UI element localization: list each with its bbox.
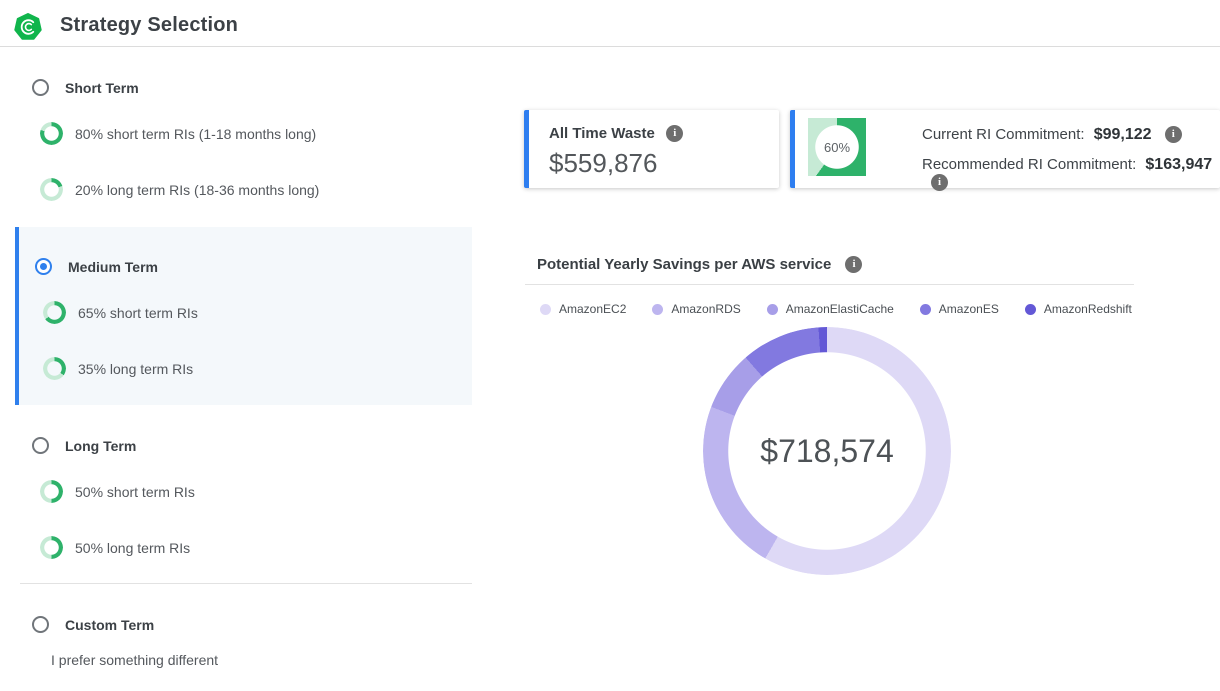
commitment-percent-label: 60%	[808, 118, 866, 176]
option-label: 50% short term RIs	[75, 484, 195, 500]
info-icon[interactable]: i	[666, 125, 683, 142]
legend-item-amazonrds[interactable]: AmazonRDS	[652, 302, 740, 316]
strategy-label-medium-term[interactable]: Medium Term	[68, 259, 158, 275]
current-ri-value: $99,122	[1094, 126, 1152, 143]
legend-dot	[652, 304, 663, 315]
strategy-label-long-term[interactable]: Long Term	[65, 438, 136, 454]
legend-item-amazonec2[interactable]: AmazonEC2	[540, 302, 626, 316]
recommended-ri-value: $163,947	[1145, 156, 1212, 173]
chart-legend: AmazonEC2 AmazonRDS AmazonElastiCache Am…	[540, 302, 1132, 316]
legend-dot	[540, 304, 551, 315]
recommended-ri-label: Recommended RI Commitment:	[922, 156, 1136, 173]
radio-short-term[interactable]	[32, 79, 49, 96]
all-time-waste-card: All Time Waste i $559,876	[524, 110, 779, 188]
radio-custom-term[interactable]	[32, 616, 49, 633]
option-label: 80% short term RIs (1-18 months long)	[75, 126, 316, 142]
brand-logo-icon	[14, 13, 42, 41]
radio-medium-term[interactable]	[35, 258, 52, 275]
option-label: 35% long term RIs	[78, 361, 193, 377]
strategy-label-custom-term[interactable]: Custom Term	[65, 617, 154, 633]
radio-long-term[interactable]	[32, 437, 49, 454]
info-icon[interactable]: i	[845, 256, 862, 273]
info-icon[interactable]: i	[1165, 126, 1182, 143]
chart-title: Potential Yearly Savings per AWS service…	[537, 256, 862, 273]
current-ri-commitment-line: Current RI Commitment: $99,122 i	[922, 126, 1182, 144]
waste-card-title: All Time Waste	[549, 125, 655, 142]
donut-total-value: $718,574	[703, 327, 951, 575]
legend-dot	[920, 304, 931, 315]
page-title: Strategy Selection	[60, 14, 238, 37]
option-label: 50% long term RIs	[75, 540, 190, 556]
recommended-ri-commitment-line: Recommended RI Commitment: $163,947 i	[922, 156, 1220, 191]
percent-ring-35	[43, 357, 66, 380]
option-label: 20% long term RIs (18-36 months long)	[75, 182, 319, 198]
option-label: 65% short term RIs	[78, 305, 198, 321]
percent-ring-80	[40, 122, 63, 145]
legend-item-amazonredshift[interactable]: AmazonRedshift	[1025, 302, 1132, 316]
legend-dot	[767, 304, 778, 315]
current-ri-label: Current RI Commitment:	[922, 126, 1085, 143]
custom-term-description: I prefer something different	[51, 652, 218, 668]
percent-ring-20	[40, 178, 63, 201]
strategy-selection-page: Strategy Selection Short Term 80% short …	[0, 0, 1220, 691]
legend-item-amazones[interactable]: AmazonES	[920, 302, 999, 316]
chart-divider	[525, 284, 1134, 285]
section-divider	[20, 583, 472, 584]
info-icon[interactable]: i	[931, 174, 948, 191]
percent-ring-65	[43, 301, 66, 324]
percent-ring-50a	[40, 480, 63, 503]
legend-item-amazonelasticache[interactable]: AmazonElastiCache	[767, 302, 894, 316]
strategy-label-short-term[interactable]: Short Term	[65, 80, 139, 96]
percent-ring-50b	[40, 536, 63, 559]
waste-value: $559,876	[549, 148, 657, 179]
legend-dot	[1025, 304, 1036, 315]
